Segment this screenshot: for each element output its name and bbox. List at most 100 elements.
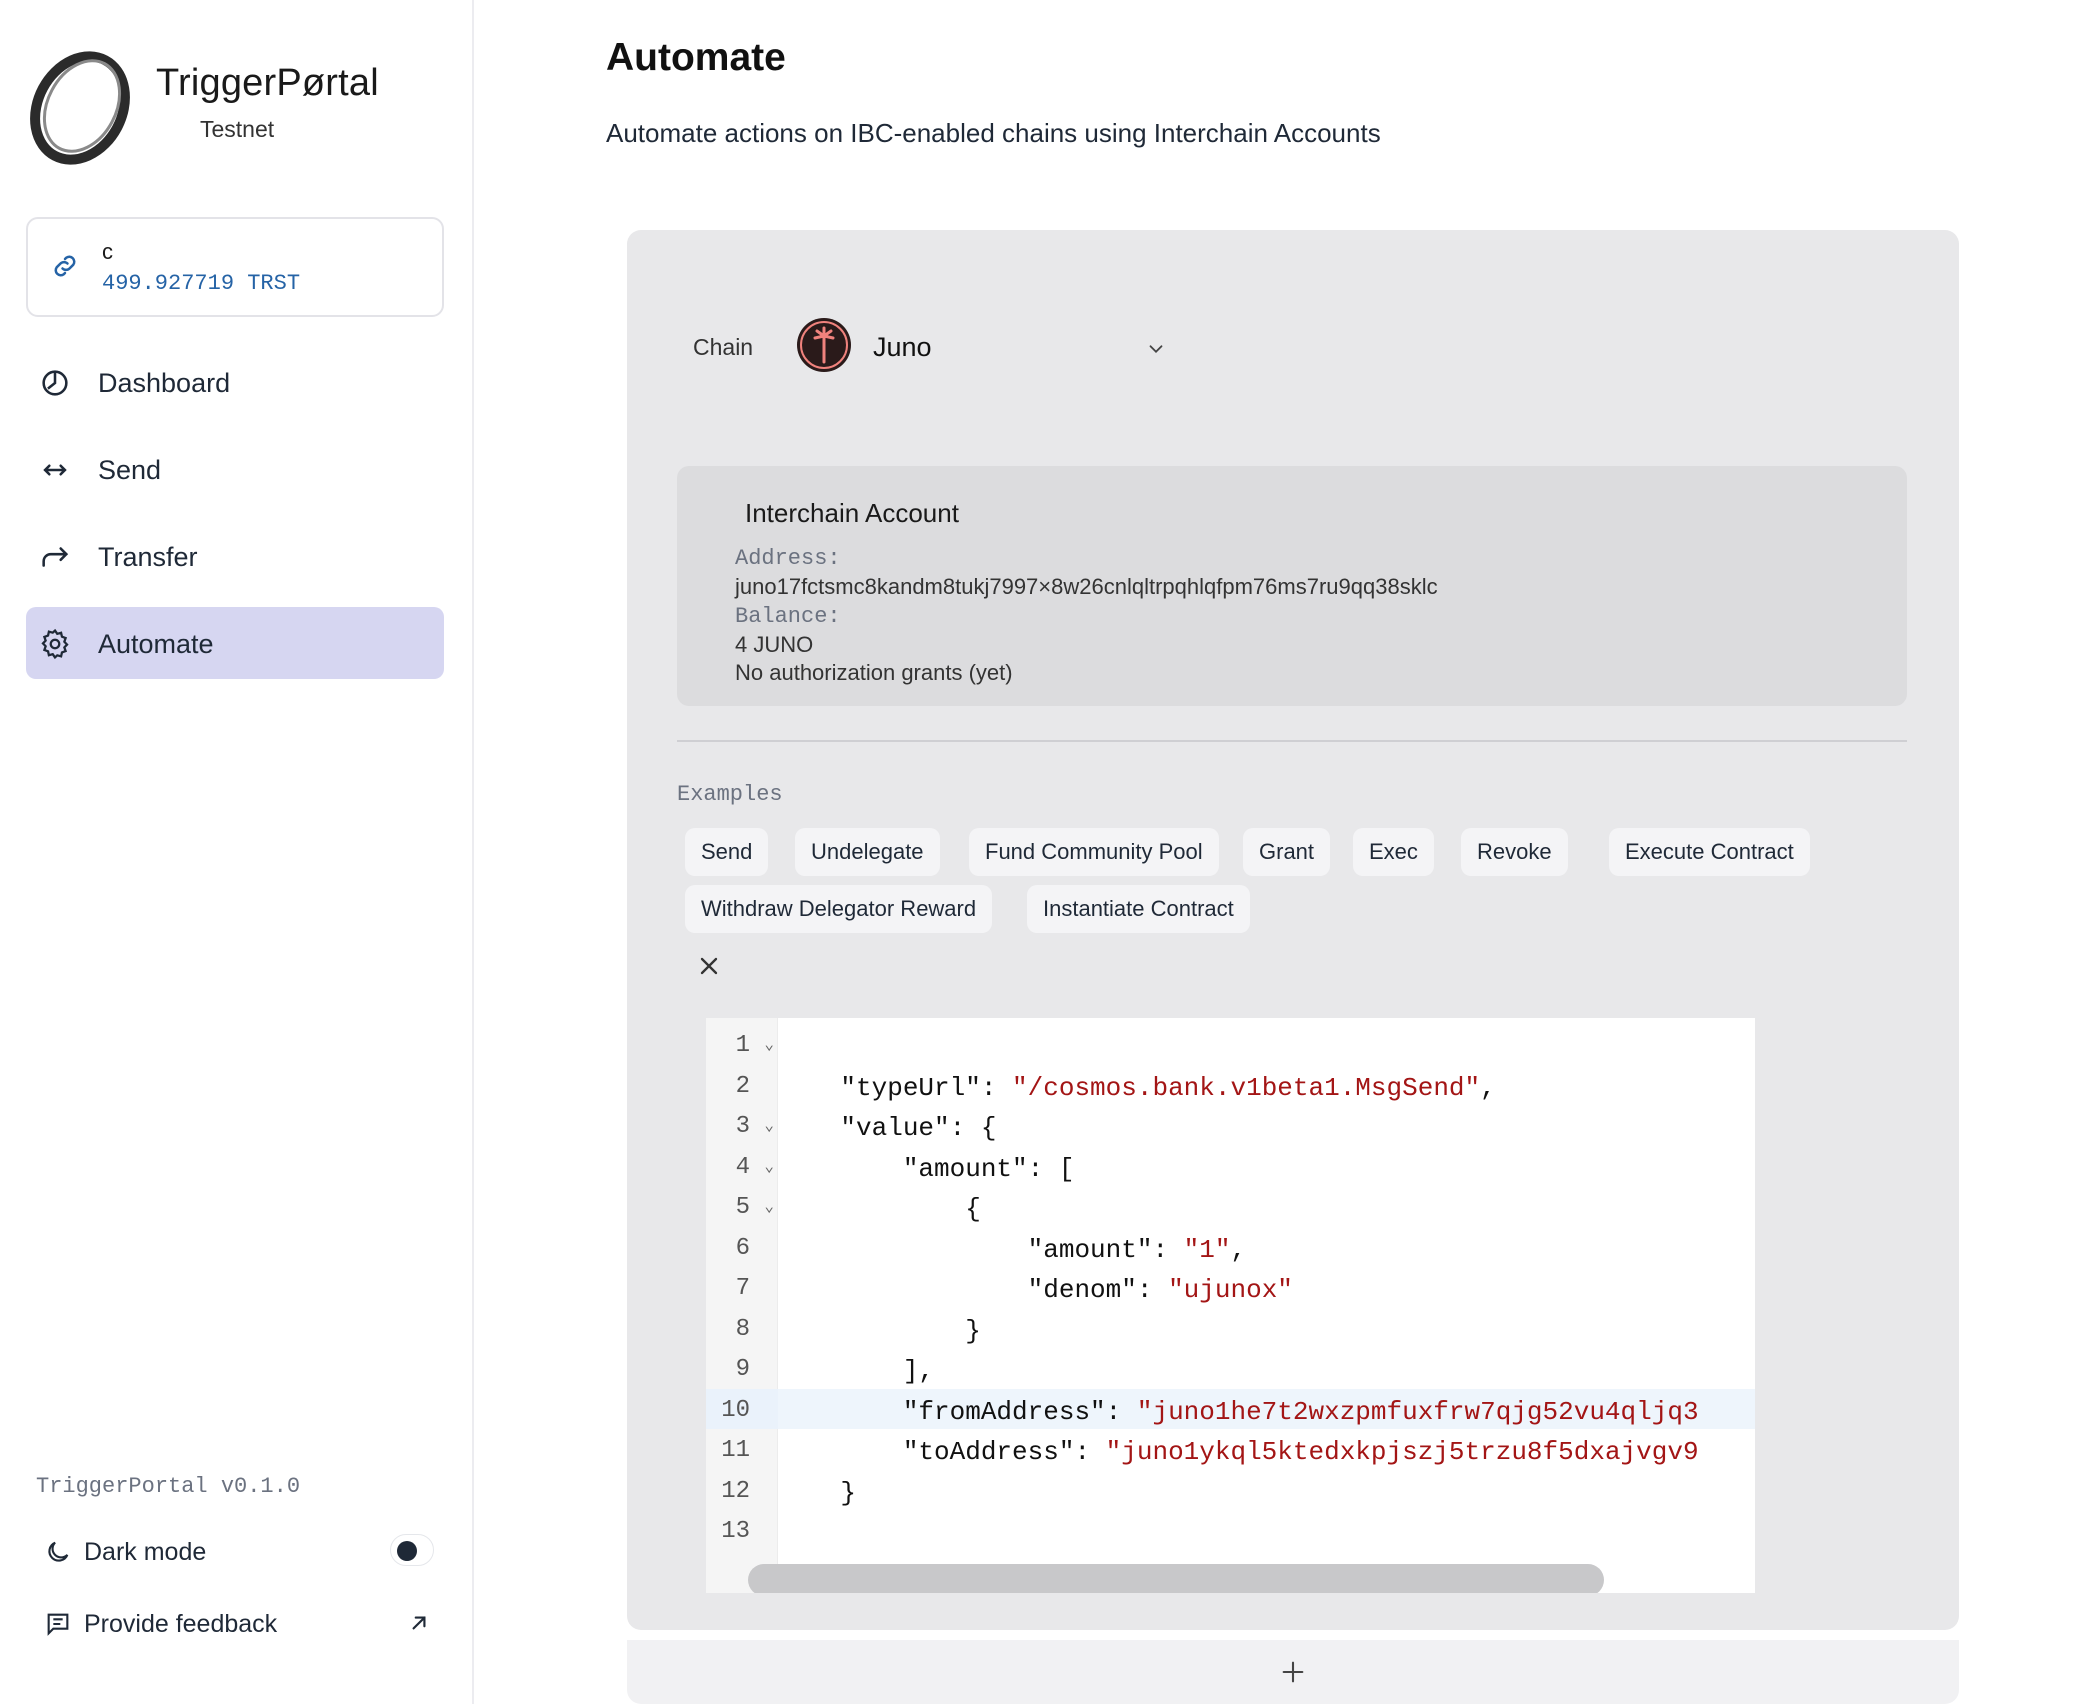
dark-mode-label: Dark mode — [84, 1538, 207, 1566]
dashboard-icon — [42, 370, 68, 396]
line-number-text: 13 — [721, 1518, 750, 1545]
fold-chevron-icon[interactable]: ⌄ — [764, 1115, 774, 1135]
feedback-label: Provide feedback — [84, 1610, 278, 1638]
example-withdraw-delegator-reward-button[interactable]: Withdraw Delegator Reward — [685, 885, 993, 933]
line-number-text: 1 — [735, 1032, 750, 1059]
nav-item-transfer[interactable]: Transfer — [26, 520, 444, 592]
nav-label: Dashboard — [98, 368, 231, 398]
nav-label: Transfer — [98, 542, 198, 572]
arrows-horizontal-icon — [43, 464, 67, 476]
dark-mode-row[interactable]: Dark mode — [36, 1530, 440, 1574]
code-line[interactable]: "fromAddress": "juno1he7t2wxzpmfuxfrw7qj… — [778, 1388, 1755, 1429]
code-line[interactable]: { — [778, 1186, 1755, 1226]
string-token: "/cosmos.bank.v1beta1.MsgSend" — [1012, 1072, 1481, 1103]
moon-icon — [48, 1541, 69, 1562]
interchain-account-panel: Interchain Account Address: juno17fctsmc… — [677, 466, 1907, 706]
line-number: 5 ⌄ — [706, 1186, 778, 1226]
string-token: "juno1ykql5ktedxkpjszj5trzu8f5dxajvgv9 — [1105, 1437, 1699, 1467]
close-icon[interactable] — [695, 952, 723, 980]
app-version: TriggerPortal v0.1.0 — [36, 1474, 301, 1499]
wallet-card[interactable]: c 499.927719 TRST — [26, 217, 444, 317]
example-undelegate-button[interactable]: Undelegate — [795, 828, 940, 876]
line-number-text: 2 — [735, 1072, 750, 1100]
example-fund-community-pool-button[interactable]: Fund Community Pool — [969, 828, 1219, 876]
horizontal-scrollbar[interactable] — [748, 1564, 1604, 1593]
main-nav: Dashboard Send Transfer Automate — [26, 346, 444, 694]
code-token: } — [778, 1477, 857, 1508]
fold-chevron-icon[interactable]: ⌄ — [764, 1156, 774, 1176]
editor-gutter: 1 ⌄ 2 3 ⌄ 4 ⌄ 5 ⌄ 6 7 8 9 10 11 12 13 — [706, 1018, 778, 1593]
brand-subtitle: Testnet — [200, 116, 275, 142]
nav-item-send[interactable]: Send — [26, 433, 444, 505]
line-number: 2 — [706, 1065, 778, 1105]
juno-logo-icon — [797, 318, 851, 372]
line-number-text: 9 — [735, 1356, 750, 1383]
line-number-text: 10 — [721, 1396, 750, 1424]
sidebar: TriggerPørtal Testnet c 499.927719 TRST … — [0, 0, 474, 1704]
code-line[interactable]: } — [778, 1308, 1755, 1348]
interchain-account-title: Interchain Account — [745, 498, 959, 528]
nav-item-automate[interactable]: Automate — [26, 607, 444, 679]
balance-label: Balance: — [735, 604, 841, 629]
code-line[interactable]: "denom": "ujunox" — [778, 1267, 1755, 1307]
ica-grants: No authorization grants (yet) — [735, 660, 1013, 685]
dark-mode-toggle[interactable] — [390, 1534, 434, 1566]
line-number-text: 12 — [721, 1477, 750, 1505]
line-number: 4 ⌄ — [706, 1146, 778, 1186]
code-line[interactable]: "typeUrl": "/cosmos.bank.v1beta1.MsgSend… — [778, 1065, 1755, 1105]
code-token: ], — [778, 1356, 935, 1386]
example-exec-button[interactable]: Exec — [1353, 828, 1434, 876]
line-number-text: 4 — [735, 1153, 750, 1181]
feedback-link[interactable]: Provide feedback — [36, 1602, 440, 1646]
forward-arrow-icon — [42, 547, 69, 567]
link-icon — [54, 255, 76, 277]
line-number: 6 — [706, 1227, 778, 1267]
external-link-icon — [412, 1616, 426, 1630]
ica-balance: 4 JUNO — [735, 632, 814, 657]
divider — [677, 740, 1907, 742]
fold-chevron-icon[interactable]: ⌄ — [764, 1034, 774, 1054]
wallet-name: c — [102, 239, 113, 264]
code-line[interactable] — [778, 1510, 1755, 1550]
example-instantiate-contract-button[interactable]: Instantiate Contract — [1027, 885, 1250, 933]
add-action-button[interactable] — [627, 1640, 1959, 1704]
code-line[interactable]: "amount": "1", — [778, 1227, 1755, 1267]
nav-item-dashboard[interactable]: Dashboard — [26, 346, 444, 418]
page-description: Automate actions on IBC-enabled chains u… — [606, 118, 1381, 148]
line-number-text: 3 — [735, 1113, 750, 1140]
chain-name: Juno — [873, 332, 932, 362]
code-token: "amount": [ — [778, 1153, 1075, 1184]
code-token: "fromAddress": — [778, 1396, 1137, 1427]
code-line[interactable] — [778, 1024, 1755, 1064]
example-revoke-button[interactable]: Revoke — [1461, 828, 1568, 876]
chevron-down-icon — [1149, 345, 1163, 354]
line-number: 13 — [706, 1510, 778, 1550]
code-token: "toAddress": — [778, 1437, 1106, 1467]
brand-logo-icon — [30, 51, 130, 165]
code-line[interactable]: "amount": [ — [778, 1146, 1755, 1186]
example-send-button[interactable]: Send — [685, 828, 769, 876]
example-grant-button[interactable]: Grant — [1243, 828, 1331, 876]
code-token: { — [778, 1194, 981, 1224]
nav-label: Send — [98, 455, 162, 485]
string-token: "juno1he7t2wxzpmfuxfrw7qjg52vu4qljq3 — [1136, 1396, 1699, 1427]
code-line[interactable]: "toAddress": "juno1ykql5ktedxkpjszj5trzu… — [778, 1429, 1755, 1469]
chain-label: Chain — [693, 334, 754, 360]
code-token: "value": { — [778, 1113, 997, 1143]
json-editor[interactable]: 1 ⌄ 2 3 ⌄ 4 ⌄ 5 ⌄ 6 7 8 9 10 11 12 13 "typeUrl": "/cosmo… — [706, 1018, 1755, 1593]
code-line[interactable]: "value": { — [778, 1105, 1755, 1145]
code-token: "typeUrl": — [778, 1072, 1013, 1103]
brand[interactable]: TriggerPørtal Testnet — [24, 50, 444, 170]
ica-address: juno17fctsmc8kandm8tukj7997×8w26cnlqltrp… — [735, 574, 1438, 599]
code-line[interactable]: ], — [778, 1348, 1755, 1388]
fold-chevron-icon[interactable]: ⌄ — [764, 1196, 774, 1216]
line-number-text: 5 — [735, 1194, 750, 1221]
brand-name: TriggerPørtal — [156, 62, 379, 104]
code-token: , — [1480, 1072, 1496, 1103]
line-number-text: 6 — [735, 1234, 750, 1262]
code-token: } — [778, 1315, 981, 1346]
example-execute-contract-button[interactable]: Execute Contract — [1609, 828, 1810, 876]
line-number: 8 — [706, 1308, 778, 1348]
code-line[interactable]: } — [778, 1470, 1755, 1510]
chain-select[interactable]: Juno — [795, 316, 1175, 378]
